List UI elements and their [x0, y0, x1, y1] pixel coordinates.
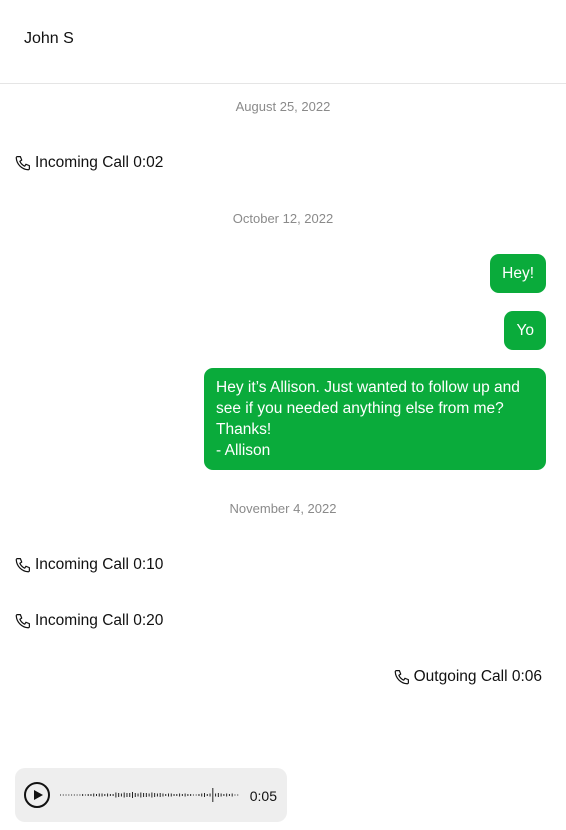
- waveform-bar: [204, 793, 205, 797]
- waveform-bar: [156, 793, 158, 797]
- waveform-bar: [123, 792, 125, 798]
- sent-message-bubble[interactable]: Hey it’s Allison. Just wanted to follow …: [204, 368, 546, 470]
- waveform-bar: [217, 793, 219, 797]
- sent-message-bubble[interactable]: Yo: [504, 311, 546, 350]
- call-label: Outgoing Call 0:06: [413, 668, 542, 685]
- waveform-bar: [179, 793, 181, 797]
- conversation-header: John S: [0, 0, 566, 84]
- waveform-bar: [104, 794, 106, 796]
- waveform-bar: [101, 793, 103, 797]
- phone-icon: [14, 556, 32, 574]
- waveform-bar: [192, 794, 194, 796]
- call-label: Incoming Call 0:10: [35, 556, 164, 573]
- waveform-bar: [107, 793, 109, 797]
- sent-message-bubble[interactable]: Hey!: [490, 254, 546, 293]
- play-icon: [34, 789, 43, 800]
- outgoing-call-entry[interactable]: Outgoing Call 0:06: [393, 666, 542, 688]
- waveform-bar: [60, 794, 61, 796]
- waveform-bar: [215, 793, 217, 797]
- waveform-bar: [190, 794, 192, 796]
- waveform-bar: [68, 794, 70, 796]
- waveform-bar: [76, 794, 78, 796]
- audio-waveform[interactable]: [59, 784, 239, 806]
- waveform-bar: [140, 792, 142, 798]
- waveform-bar: [154, 793, 156, 797]
- waveform-bar: [87, 794, 89, 796]
- waveform-bar: [226, 793, 228, 797]
- waveform-bar: [223, 794, 225, 796]
- message-text: Hey!: [502, 265, 534, 282]
- waveform-bar: [90, 794, 92, 796]
- waveform-bar: [65, 794, 67, 796]
- waveform-bar: [198, 794, 200, 796]
- waveform-bar: [187, 794, 189, 796]
- waveform-bar: [118, 793, 120, 797]
- waveform-bar: [195, 794, 197, 796]
- audio-duration: 0:05: [249, 788, 277, 804]
- incoming-call-entry[interactable]: Incoming Call 0:10: [14, 554, 163, 576]
- message-text: see if you needed anything else from me?: [216, 400, 504, 417]
- message-text: Thanks!: [216, 421, 272, 438]
- waveform-bar: [151, 792, 153, 798]
- waveform-bar: [209, 793, 211, 797]
- waveform-bar: [134, 793, 136, 797]
- phone-icon: [14, 612, 32, 630]
- waveform-bar: [112, 794, 114, 796]
- waveform-bar: [82, 794, 84, 796]
- waveform-bar: [184, 793, 186, 797]
- waveform-bar: [79, 794, 81, 796]
- date-separator: October 12, 2022: [232, 211, 334, 226]
- incoming-call-entry[interactable]: Incoming Call 0:02: [14, 152, 163, 174]
- incoming-call-entry[interactable]: Incoming Call 0:20: [14, 610, 163, 632]
- waveform-bar: [237, 794, 239, 796]
- waveform-bar: [62, 794, 64, 796]
- waveform-bar: [228, 794, 230, 796]
- waveform-bar: [173, 794, 175, 796]
- waveform-bar: [206, 794, 208, 796]
- play-button[interactable]: [24, 782, 50, 808]
- waveform-bar: [84, 794, 86, 796]
- waveform-bar: [129, 793, 131, 797]
- contact-name[interactable]: John S: [24, 30, 74, 48]
- message-text: - Allison: [216, 442, 271, 459]
- waveform-bar: [159, 793, 161, 797]
- voice-message-player: 0:05: [15, 768, 287, 822]
- waveform-bar: [73, 794, 75, 796]
- phone-icon: [14, 154, 32, 172]
- waveform-bar: [109, 794, 111, 796]
- waveform-bar: [162, 793, 164, 797]
- message-text: Hey it’s Allison. Just wanted to follow …: [216, 379, 520, 396]
- waveform-bar: [115, 792, 117, 798]
- waveform-bar: [126, 793, 128, 797]
- waveform-bar: [96, 794, 97, 796]
- waveform-bar: [168, 793, 169, 797]
- waveform-bar: [234, 794, 236, 796]
- waveform-bar: [148, 793, 150, 797]
- waveform-bar: [220, 793, 222, 797]
- waveform-bar: [137, 793, 139, 797]
- date-separator: August 25, 2022: [235, 99, 331, 114]
- waveform-bar: [98, 793, 100, 797]
- waveform-bar: [132, 792, 133, 798]
- waveform-bar: [170, 793, 172, 797]
- call-label: Incoming Call 0:20: [35, 612, 164, 629]
- phone-icon: [393, 668, 411, 686]
- waveform-bar: [201, 793, 203, 797]
- waveform-bar: [143, 793, 145, 797]
- waveform-bar: [93, 793, 95, 797]
- date-separator: November 4, 2022: [229, 501, 337, 516]
- waveform-bar: [176, 794, 178, 796]
- waveform-bar: [165, 794, 167, 796]
- waveform-bar: [71, 794, 73, 796]
- conversation-screen: John S August 25, 2022 Incoming Call 0:0…: [0, 0, 566, 830]
- waveform-bar: [145, 793, 147, 797]
- waveform-bar: [212, 788, 214, 802]
- waveform-bar: [120, 793, 122, 797]
- waveform-bar: [181, 794, 183, 796]
- waveform-bar: [231, 793, 233, 797]
- call-label: Incoming Call 0:02: [35, 154, 164, 171]
- message-text: Yo: [516, 322, 534, 339]
